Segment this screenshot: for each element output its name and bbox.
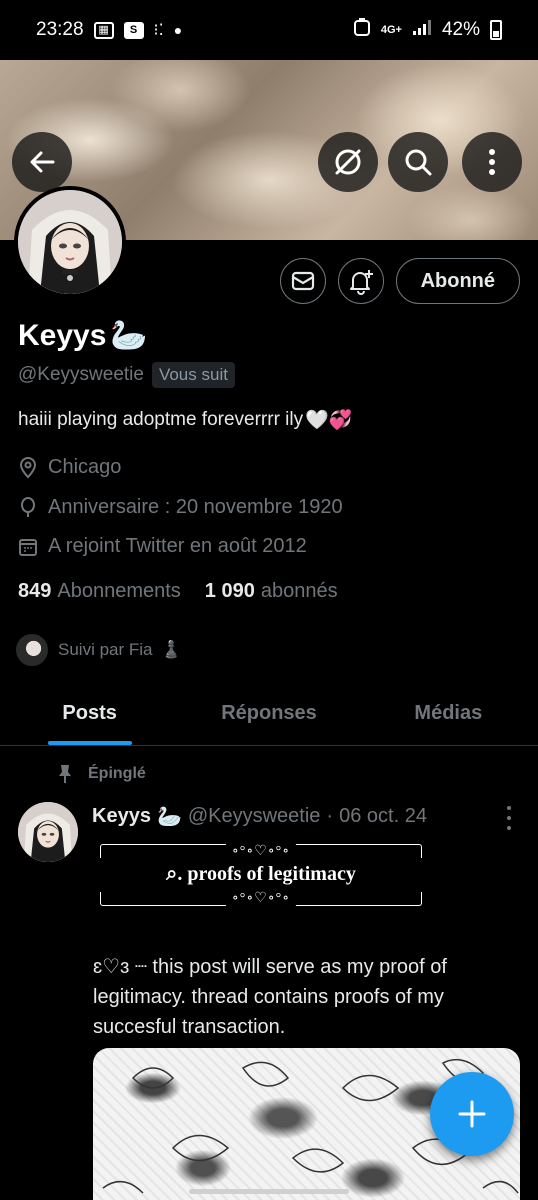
post-author-emoji: 🦢 [156, 806, 182, 828]
followers-stat[interactable]: 1 090 abonnés [205, 580, 338, 603]
joined-text: A rejoint Twitter en août 2012 [48, 535, 307, 557]
avatar-image [18, 190, 122, 294]
followed-by-row[interactable]: Suivi par Fia ♟️ [14, 632, 182, 668]
battery-percent: 42% [441, 19, 480, 40]
post-header: Keyys 🦢 @Keyysweetie · 06 oct. 24 [92, 804, 427, 829]
post-more-button[interactable] [504, 806, 514, 830]
battery-icon [490, 20, 502, 40]
steps-icon: ⁝⁚ [153, 22, 164, 39]
profile-display-name: Keyys 🦢 [18, 318, 148, 353]
dot-icon: ● [173, 22, 183, 38]
pinned-label: Épinglé [88, 765, 146, 782]
name-emoji: 🦢 [110, 319, 148, 352]
followers-count: 1 090 [204, 580, 255, 602]
status-time: 23:28 [36, 19, 84, 40]
following-stat[interactable]: 849 Abonnements [18, 580, 181, 603]
location-pin-icon [19, 456, 37, 478]
profile-stats: 849 Abonnements 1 090 abonnés [18, 580, 338, 603]
search-icon [405, 149, 432, 176]
joined-row: A rejoint Twitter en août 2012 [18, 535, 307, 558]
tab-replies[interactable]: Réponses [179, 690, 358, 745]
status-bar: 23:28 ▦ S ⁝⁚ ● 4G+ 42% [0, 0, 538, 60]
more-dot-icon [507, 806, 511, 810]
followed-by-text: Suivi par Fia [58, 640, 153, 659]
home-indicator[interactable] [189, 1189, 349, 1194]
ornament-bottom: ∘°∘♡∘°∘ [225, 890, 297, 907]
profile-avatar[interactable] [14, 186, 126, 298]
compose-post-button[interactable] [430, 1072, 514, 1156]
post-author-name[interactable]: Keyys [92, 805, 151, 828]
post-title: ⌕. proofs of legitimacy [166, 863, 356, 885]
status-right: 4G+ 42% [353, 17, 502, 43]
profile-bio: haiii playing adoptme foreverrrr ily 🤍💞 [18, 408, 352, 432]
pin-icon [59, 765, 71, 783]
following-count: 849 [18, 580, 52, 602]
bio-text: haiii playing adoptme foreverrrr ily [18, 409, 304, 430]
profile-handle: @Keyysweetie [18, 364, 144, 385]
followed-by-emoji: ♟️ [160, 640, 182, 659]
message-button[interactable] [279, 258, 326, 304]
tab-posts[interactable]: Posts [0, 690, 179, 745]
location-text: Chicago [48, 456, 122, 478]
mail-icon [291, 271, 314, 291]
birthday-text: Anniversaire : 20 novembre 1920 [48, 496, 343, 518]
more-vertical-icon [489, 149, 495, 175]
back-button[interactable] [12, 132, 72, 192]
banner-frame-top: ∘°∘♡∘°∘ [100, 843, 422, 860]
banner-frame-bottom: ∘°∘♡∘°∘ [100, 890, 422, 907]
balloon-icon [21, 496, 35, 517]
grok-button[interactable] [318, 132, 378, 192]
bell-plus-icon [349, 270, 373, 295]
post-title-banner: ∘°∘♡∘°∘ ⌕. proofs of legitimacy ∘°∘♡∘°∘ [96, 836, 426, 914]
pinned-indicator: Épinglé [56, 764, 146, 784]
more-button[interactable] [462, 132, 522, 192]
more-dot-icon [507, 816, 511, 820]
post-date[interactable]: 06 oct. 24 [339, 805, 427, 828]
arrow-left-icon [30, 151, 55, 173]
calendar-icon [19, 538, 37, 556]
plus-icon [458, 1100, 486, 1128]
post-author-avatar[interactable] [18, 802, 78, 862]
display-name-text: Keyys [18, 318, 107, 352]
signal-icon [412, 18, 432, 42]
ornament-top: ∘°∘♡∘°∘ [225, 843, 297, 860]
post-author-handle[interactable]: @Keyysweetie [188, 805, 321, 828]
location-row: Chicago [18, 456, 121, 479]
search-button[interactable] [388, 132, 448, 192]
following-label: Abonnements [57, 580, 181, 602]
follower-avatar [14, 632, 50, 668]
network-label: 4G+ [380, 24, 402, 36]
grok-icon [335, 149, 361, 175]
notifications-button[interactable] [337, 258, 384, 304]
gallery-icon: ▦ [93, 21, 114, 39]
post-avatar-image [18, 802, 78, 862]
following-button[interactable]: Abonné [395, 258, 520, 304]
profile-tabs: Posts Réponses Médias [0, 690, 538, 746]
tab-media[interactable]: Médias [359, 690, 538, 745]
post-separator: · [326, 805, 334, 827]
follows-you-badge: Vous suit [151, 362, 235, 388]
alarm-icon [353, 17, 371, 43]
followers-label: abonnés [260, 580, 338, 602]
more-dot-icon [507, 826, 511, 830]
profile-actions: Abonné [279, 258, 520, 304]
post-body: ɛ♡ɜ ┈ this post will serve as my proof o… [93, 956, 447, 1038]
status-left: 23:28 ▦ S ⁝⁚ ● [36, 19, 182, 41]
bio-emoji: 🤍💞 [305, 410, 353, 431]
s-icon: S [123, 21, 144, 39]
profile-handle-row: @Keyysweetie Vous suit [18, 362, 235, 388]
birthday-row: Anniversaire : 20 novembre 1920 [18, 496, 343, 519]
